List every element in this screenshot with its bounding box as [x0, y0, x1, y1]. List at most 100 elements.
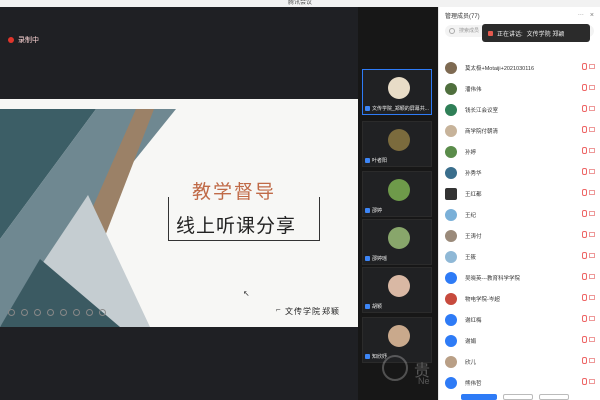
record-dot-icon: [8, 37, 14, 43]
tool-pen-icon[interactable]: [21, 309, 28, 316]
mic-muted-icon[interactable]: [582, 315, 587, 322]
video-tile[interactable]: 邵婷: [362, 171, 432, 217]
unmute-all-button[interactable]: [503, 394, 533, 400]
window-title: 腾讯会议: [287, 0, 312, 6]
tile-name-row: 邵婷: [365, 207, 382, 214]
tool-more-icon[interactable]: [99, 309, 106, 316]
members-panel-title: 管理成员(77): [445, 13, 480, 20]
video-tile[interactable]: 文传学院_郑颖的屏幕共...: [362, 69, 432, 115]
list-item[interactable]: 商学院付朝清: [445, 120, 597, 141]
member-name: 谢红梅: [465, 317, 482, 324]
avatar: [445, 124, 457, 137]
close-icon[interactable]: ×: [590, 12, 594, 19]
list-item[interactable]: 王涛付: [445, 225, 597, 246]
mic-muted-icon[interactable]: [582, 252, 587, 259]
video-tile[interactable]: 胡颖: [362, 267, 432, 313]
video-off-icon[interactable]: [589, 85, 595, 90]
member-name: 谢娟: [465, 338, 477, 345]
tool-select-icon[interactable]: [8, 309, 15, 316]
slide-author-mark-icon: ⌐: [276, 305, 281, 314]
video-off-icon[interactable]: [589, 148, 595, 153]
mic-muted-icon[interactable]: [582, 378, 587, 385]
list-item[interactable]: 欣儿: [445, 351, 597, 372]
list-item[interactable]: 钱长江会议室: [445, 99, 597, 120]
more-options-icon[interactable]: ···: [578, 12, 584, 18]
mic-muted-icon[interactable]: [582, 294, 587, 301]
mute-all-button[interactable]: [461, 394, 497, 400]
tile-name: 文传学院_郑颖的屏幕共...: [372, 106, 429, 112]
avatar: [445, 376, 457, 389]
member-name: 物电学院-岑超: [465, 296, 500, 303]
video-off-icon[interactable]: [589, 211, 595, 216]
tool-highlighter-icon[interactable]: [34, 309, 41, 316]
avatar: [445, 355, 457, 368]
video-tile[interactable]: 叶者阳: [362, 121, 432, 167]
video-off-icon[interactable]: [589, 106, 595, 111]
tool-shape-icon[interactable]: [47, 309, 54, 316]
list-item[interactable]: 吴晓英---教育科学学院: [445, 267, 597, 288]
mic-icon: [488, 30, 493, 36]
avatar: [445, 187, 457, 200]
speaking-toast: 正在讲话: 文传学院 郑颖: [482, 24, 590, 42]
participant-avatar: [388, 275, 410, 297]
tool-clear-icon[interactable]: [86, 309, 93, 316]
list-item[interactable]: 王红都: [445, 183, 597, 204]
list-item[interactable]: 孙秀华: [445, 162, 597, 183]
video-off-icon[interactable]: [589, 295, 595, 300]
mic-muted-icon[interactable]: [582, 273, 587, 280]
tool-undo-icon[interactable]: [73, 309, 80, 316]
video-off-icon[interactable]: [589, 232, 595, 237]
mic-icon: [365, 256, 370, 261]
mic-muted-icon[interactable]: [582, 231, 587, 238]
list-item[interactable]: 物电学院-岑超: [445, 288, 597, 309]
mic-muted-icon[interactable]: [582, 105, 587, 112]
list-item[interactable]: 王筱: [445, 246, 597, 267]
video-off-icon[interactable]: [589, 274, 595, 279]
video-off-icon[interactable]: [589, 64, 595, 69]
member-name: 王纪: [465, 212, 477, 219]
video-off-icon[interactable]: [589, 358, 595, 363]
shared-screen-stage[interactable]: 录制中 教学督导 线上听课分享 ⌐ 文传学院 郑颖 ↖: [0, 7, 358, 400]
mic-muted-icon[interactable]: [582, 168, 587, 175]
video-off-icon[interactable]: [589, 316, 595, 321]
participant-avatar: [388, 227, 410, 249]
video-off-icon[interactable]: [589, 190, 595, 195]
participant-avatar: [388, 77, 410, 99]
list-item[interactable]: 谢红梅: [445, 309, 597, 330]
slide-author-name: 郑颖: [322, 307, 340, 316]
tile-name-row: 文传学院_郑颖的屏幕共...: [365, 105, 429, 112]
mic-muted-icon[interactable]: [582, 84, 587, 91]
mic-muted-icon[interactable]: [582, 147, 587, 154]
avatar: [445, 166, 457, 179]
recording-indicator[interactable]: 录制中: [8, 35, 39, 45]
more-button[interactable]: [539, 394, 569, 400]
video-tile[interactable]: 邵婷瑶: [362, 219, 432, 265]
mic-muted-icon[interactable]: [582, 126, 587, 133]
list-item[interactable]: 王纪: [445, 204, 597, 225]
video-off-icon[interactable]: [589, 127, 595, 132]
members-panel-footer: [439, 388, 600, 400]
avatar: [445, 313, 457, 326]
video-off-icon[interactable]: [589, 337, 595, 342]
list-item[interactable]: 谢娟: [445, 330, 597, 351]
mic-icon: [365, 304, 370, 309]
mic-muted-icon[interactable]: [582, 336, 587, 343]
avatar: [445, 145, 457, 158]
mic-icon: [365, 208, 370, 213]
video-off-icon[interactable]: [589, 379, 595, 384]
list-item[interactable]: 孙婷: [445, 141, 597, 162]
member-name: 王筱: [465, 254, 477, 261]
list-item[interactable]: 莫太极+Motaiji+2021030116: [445, 57, 597, 78]
video-off-icon[interactable]: [589, 253, 595, 258]
mic-muted-icon[interactable]: [582, 357, 587, 364]
mic-muted-icon[interactable]: [582, 189, 587, 196]
tool-eraser-icon[interactable]: [60, 309, 67, 316]
tile-name: 邵婷瑶: [372, 256, 388, 262]
list-item[interactable]: 潘伟伟: [445, 78, 597, 99]
mic-muted-icon[interactable]: [582, 63, 587, 70]
mic-muted-icon[interactable]: [582, 210, 587, 217]
speaking-name: 文传学院 郑颖: [526, 31, 565, 38]
participant-avatar: [388, 179, 410, 201]
video-off-icon[interactable]: [589, 169, 595, 174]
avatar: [445, 292, 457, 305]
